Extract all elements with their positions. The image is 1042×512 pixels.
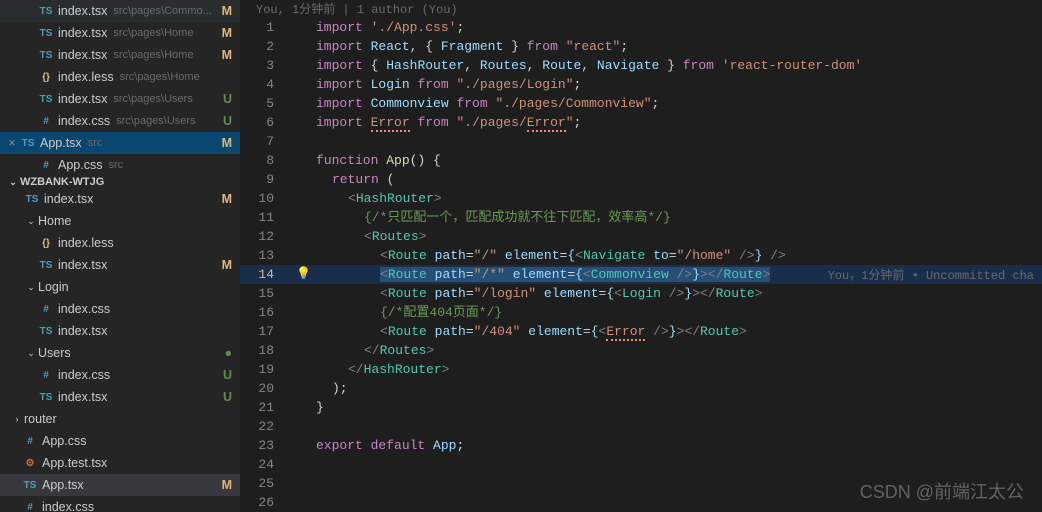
- git-status: ●: [224, 346, 232, 360]
- chevron-icon: ⌄: [24, 282, 38, 293]
- file-path: src\pages\Home: [113, 27, 193, 39]
- item-name: index.tsx: [58, 258, 107, 272]
- git-status: U: [223, 92, 232, 106]
- tree-folder[interactable]: ⌄Home: [0, 210, 240, 232]
- open-editor-item[interactable]: ×TS App.tsx src M: [0, 132, 240, 154]
- open-editor-item[interactable]: # index.css src\pages\Users U: [0, 110, 240, 132]
- tree-file[interactable]: # App.css: [0, 430, 240, 452]
- git-status: M: [222, 136, 232, 150]
- file-path: src\pages\Home: [113, 49, 193, 61]
- tree-file[interactable]: ⚙ App.test.tsx: [0, 452, 240, 474]
- git-status: M: [222, 26, 232, 40]
- file-path: src\pages\Users: [116, 115, 195, 127]
- git-blame-annotation: You, 1分钟前 | 1 author (You): [256, 0, 458, 17]
- file-name: App.css: [58, 158, 102, 172]
- sidebar: TS index.tsx src\pages\Commo... M TS index.ts…: [0, 0, 240, 512]
- chevron-icon: ⌄: [24, 216, 38, 227]
- item-name: index.css: [42, 500, 94, 512]
- open-editor-item[interactable]: TS index.tsx src\pages\Commo... M: [0, 0, 240, 22]
- item-name: index.tsx: [58, 390, 107, 404]
- item-name: index.less: [58, 236, 114, 250]
- line-numbers-gutter: 123456789 1011121314151617 1819202122232…: [240, 18, 292, 512]
- file-icon: TS: [20, 135, 36, 151]
- item-name: Login: [38, 280, 69, 294]
- item-name: router: [24, 412, 57, 426]
- lightbulb-icon[interactable]: 💡: [296, 266, 311, 281]
- file-icon: #: [22, 433, 38, 449]
- project-section[interactable]: ⌄ WZBANK-WTJG: [0, 176, 240, 188]
- file-path: src: [108, 159, 123, 171]
- file-icon: #: [38, 157, 54, 173]
- chevron-down-icon: ⌄: [6, 177, 20, 188]
- file-icon: #: [22, 499, 38, 512]
- tree-folder[interactable]: ›router: [0, 408, 240, 430]
- open-editor-item[interactable]: TS index.tsx src\pages\Home M: [0, 22, 240, 44]
- open-editor-item[interactable]: # App.css src: [0, 154, 240, 176]
- item-name: App.test.tsx: [42, 456, 107, 470]
- file-icon: #: [38, 113, 54, 129]
- file-icon: {}: [38, 235, 54, 251]
- file-name: App.tsx: [40, 136, 82, 150]
- file-icon: TS: [38, 91, 54, 107]
- file-path: src\pages\Users: [113, 93, 192, 105]
- file-icon: TS: [38, 257, 54, 273]
- file-icon: #: [38, 301, 54, 317]
- git-status: M: [222, 192, 232, 206]
- git-status: U: [223, 368, 232, 382]
- file-icon: {}: [38, 69, 54, 85]
- file-path: src: [88, 137, 103, 149]
- item-name: index.css: [58, 302, 110, 316]
- git-status: U: [223, 114, 232, 128]
- file-icon: ⚙: [22, 455, 38, 471]
- file-name: index.css: [58, 114, 110, 128]
- open-editor-item[interactable]: TS index.tsx src\pages\Users U: [0, 88, 240, 110]
- open-editor-item[interactable]: TS index.tsx src\pages\Home M: [0, 44, 240, 66]
- tree-file[interactable]: # index.css: [0, 496, 240, 512]
- item-name: index.tsx: [44, 192, 93, 206]
- close-icon[interactable]: ×: [4, 136, 20, 150]
- tree-file[interactable]: # index.css: [0, 298, 240, 320]
- project-name: WZBANK-WTJG: [20, 176, 104, 188]
- tree-file[interactable]: TS index.tsx: [0, 320, 240, 342]
- tree-file[interactable]: TS index.tsx M: [0, 254, 240, 276]
- item-name: Users: [38, 346, 71, 360]
- file-icon: TS: [38, 47, 54, 63]
- tree-file[interactable]: TS index.tsx M: [0, 188, 240, 210]
- file-name: index.less: [58, 70, 114, 84]
- editor[interactable]: You, 1分钟前 | 1 author (You) 123456789 101…: [240, 0, 1042, 512]
- item-name: Home: [38, 214, 71, 228]
- code-content[interactable]: import './App.css'; import React, { Frag…: [316, 18, 1042, 512]
- file-name: index.tsx: [58, 4, 107, 18]
- file-icon: #: [38, 367, 54, 383]
- file-icon: TS: [22, 477, 38, 493]
- file-icon: TS: [24, 191, 40, 207]
- file-name: index.tsx: [58, 92, 107, 106]
- tree-file[interactable]: TS index.tsx U: [0, 386, 240, 408]
- file-icon: TS: [38, 323, 54, 339]
- tree-folder[interactable]: ⌄Users ●: [0, 342, 240, 364]
- chevron-icon: ›: [10, 414, 24, 424]
- file-icon: TS: [38, 3, 54, 19]
- file-icon: TS: [38, 25, 54, 41]
- item-name: index.css: [58, 368, 110, 382]
- file-name: index.tsx: [58, 48, 107, 62]
- git-status: U: [223, 390, 232, 404]
- chevron-icon: ⌄: [24, 348, 38, 359]
- file-path: src\pages\Home: [120, 71, 200, 83]
- git-status: M: [222, 48, 232, 62]
- file-name: index.tsx: [58, 26, 107, 40]
- file-path: src\pages\Commo...: [113, 5, 211, 17]
- tree-file[interactable]: {} index.less: [0, 232, 240, 254]
- open-editor-item[interactable]: {} index.less src\pages\Home: [0, 66, 240, 88]
- item-name: App.tsx: [42, 478, 84, 492]
- item-name: index.tsx: [58, 324, 107, 338]
- git-status: M: [222, 258, 232, 272]
- tree-folder[interactable]: ⌄Login: [0, 276, 240, 298]
- file-icon: TS: [38, 389, 54, 405]
- item-name: App.css: [42, 434, 86, 448]
- tree-file[interactable]: TS App.tsx M: [0, 474, 240, 496]
- git-status: M: [222, 478, 232, 492]
- git-status: M: [222, 4, 232, 18]
- tree-file[interactable]: # index.css U: [0, 364, 240, 386]
